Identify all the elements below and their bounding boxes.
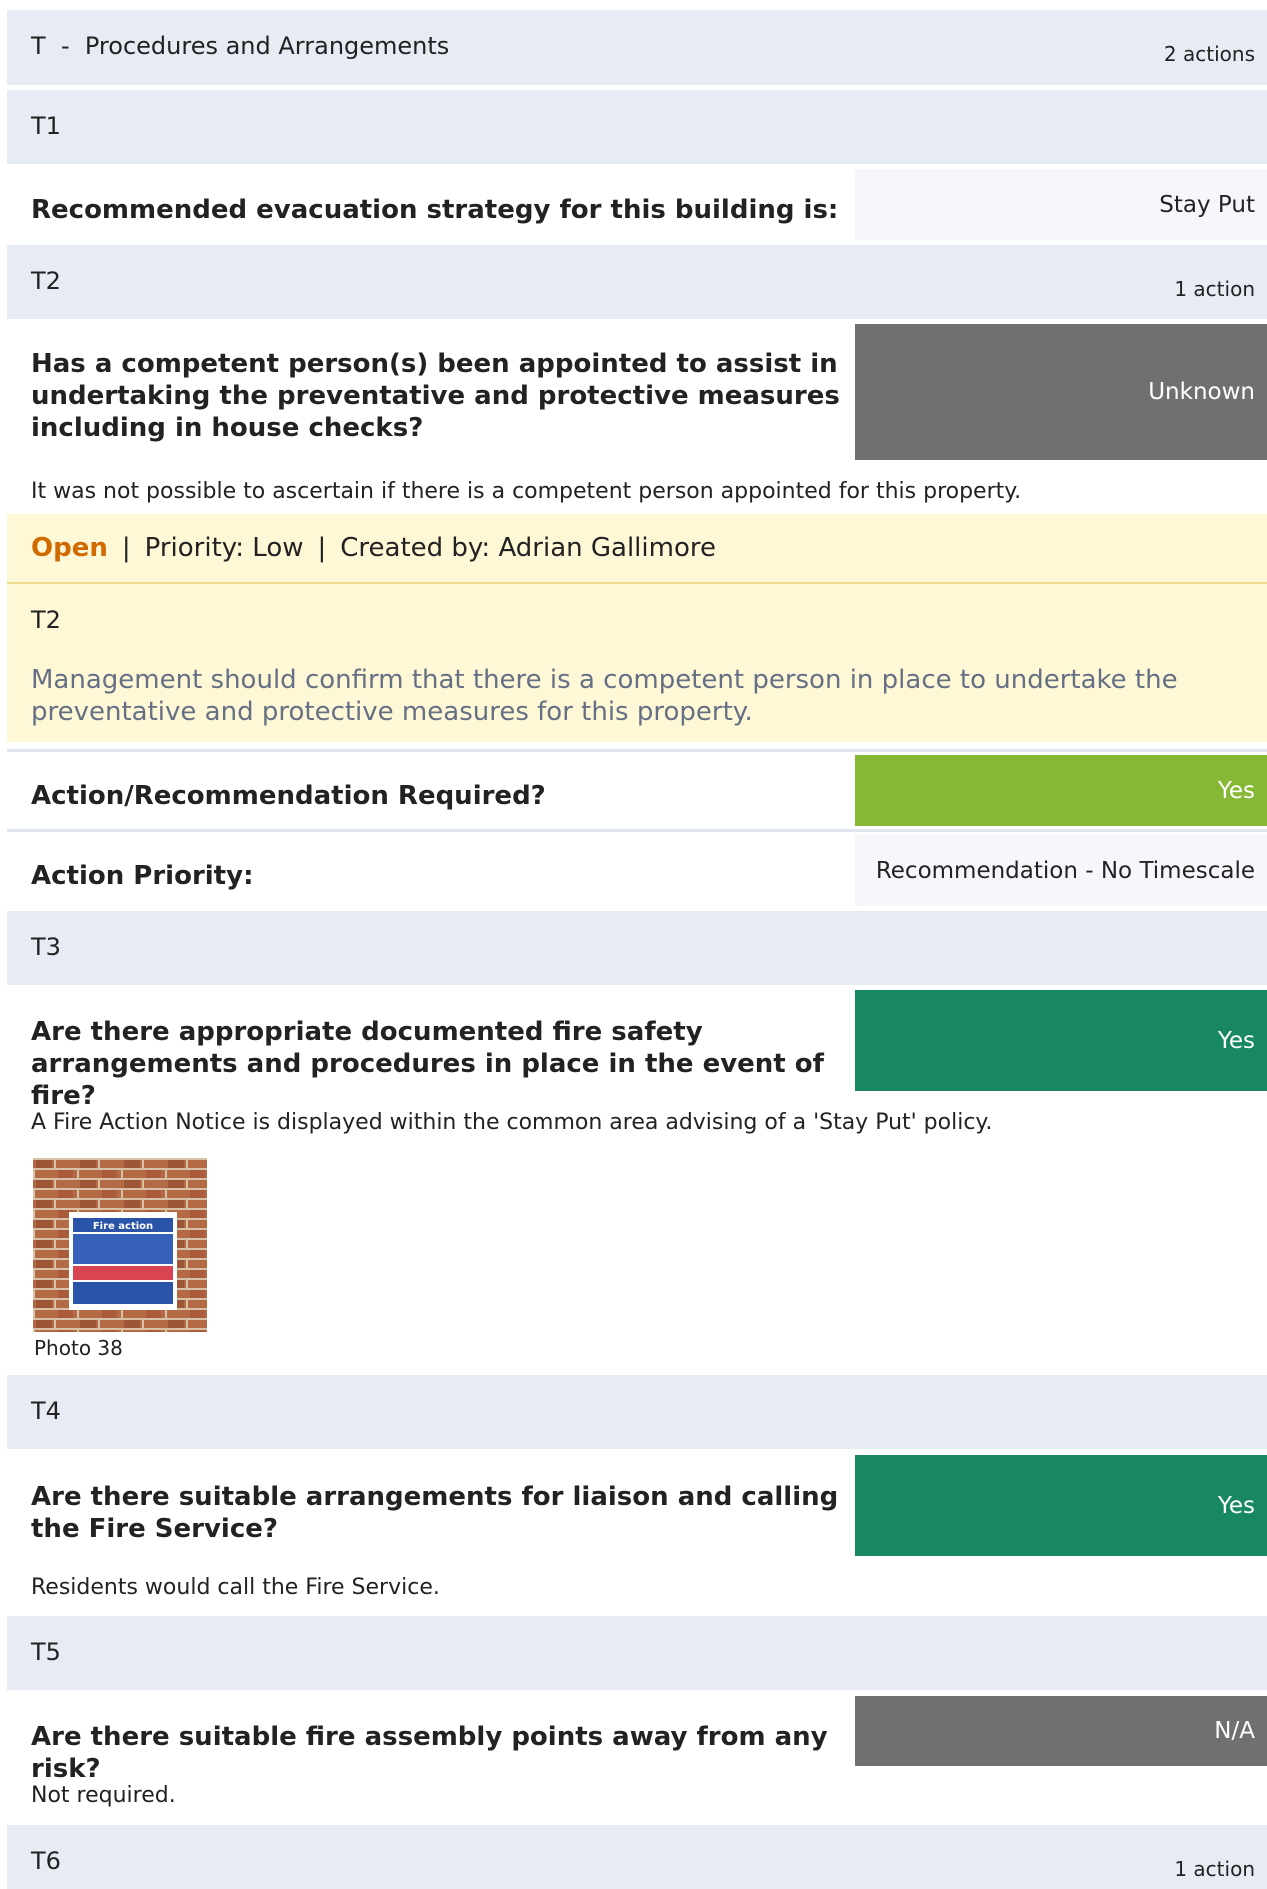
observation-text: Not required. (31, 1783, 176, 1808)
question-header-t3[interactable]: T3 (7, 911, 1267, 985)
question-text: Are there appropriate documented fire sa… (31, 1017, 824, 1111)
answer-badge: Yes (855, 1455, 1267, 1556)
question-text: Are there suitable arrangements for liai… (31, 1482, 839, 1544)
question-header-t5[interactable]: T5 (7, 1616, 1267, 1690)
question-header-t4[interactable]: T4 (7, 1375, 1267, 1449)
question-text: Are there suitable fire assembly points … (31, 1722, 828, 1784)
question-header-t1[interactable]: T1 (7, 90, 1267, 164)
action-meta: Open | Priority: Low | Created by: Adria… (31, 514, 716, 582)
photo-sign-text: Fire action (93, 1221, 153, 1232)
action-created-by: Created by: Adrian Gallimore (340, 533, 716, 563)
action-priority-row: Action Priority: Recommendation - No Tim… (7, 835, 1267, 906)
divider: | (317, 533, 327, 563)
question-code: T1 (31, 112, 61, 140)
question-header-t6[interactable]: T6 1 action (7, 1825, 1267, 1889)
photo-caption: Photo 38 (34, 1336, 123, 1360)
answer-badge: N/A (855, 1696, 1267, 1766)
divider (7, 749, 1267, 752)
action-priority-label: Action Priority: (31, 861, 254, 891)
question-text: Recommended evacuation strategy for this… (31, 195, 839, 225)
question-action-count: 1 action (1174, 1857, 1255, 1881)
question-code: T4 (31, 1397, 61, 1425)
question-code: T3 (31, 933, 61, 961)
action-divider (7, 582, 1267, 584)
observation-text: A Fire Action Notice is displayed within… (31, 1110, 993, 1135)
status-badge: Open (31, 533, 108, 563)
question-row-t1: Recommended evacuation strategy for this… (7, 169, 1267, 240)
observation-text: Residents would call the Fire Service. (31, 1575, 440, 1600)
question-action-count: 1 action (1174, 277, 1255, 301)
question-code: T5 (31, 1638, 61, 1666)
section-title: T - Procedures and Arrangements (31, 32, 450, 60)
action-priority-value: Recommendation - No Timescale (855, 835, 1267, 906)
procedures-section: T - Procedures and Arrangements 2 action… (0, 0, 1267, 1889)
answer-badge: Yes (855, 990, 1267, 1091)
question-row-t5: Are there suitable fire assembly points … (7, 1696, 1267, 1784)
action-required-label: Action/Recommendation Required? (31, 781, 546, 811)
action-code: T2 (31, 606, 61, 634)
fire-action-notice-photo: Fire action (33, 1158, 207, 1332)
question-header-t2[interactable]: T2 1 action (7, 245, 1267, 319)
question-code: T2 (31, 267, 61, 295)
divider: | (121, 533, 131, 563)
answer-badge: Unknown (855, 324, 1267, 460)
section-action-count: 2 actions (1163, 42, 1255, 66)
divider (7, 829, 1267, 832)
question-text: Has a competent person(s) been appointed… (31, 349, 840, 443)
action-card[interactable]: Open | Priority: Low | Created by: Adria… (7, 514, 1267, 742)
question-row-t3: Are there appropriate documented fire sa… (7, 990, 1267, 1111)
action-priority: Priority: Low (144, 533, 304, 563)
action-required-value: Yes (855, 755, 1267, 826)
question-row-t4: Are there suitable arrangements for liai… (7, 1455, 1267, 1556)
photo-thumbnail[interactable]: Fire action (33, 1158, 207, 1332)
section-header[interactable]: T - Procedures and Arrangements 2 action… (7, 10, 1267, 85)
action-required-row: Action/Recommendation Required? Yes (7, 755, 1267, 826)
observation-text: It was not possible to ascertain if ther… (31, 479, 1022, 504)
question-code: T6 (31, 1847, 61, 1875)
action-description: Management should confirm that there is … (31, 665, 1178, 727)
question-row-t2: Has a competent person(s) been appointed… (7, 324, 1267, 460)
answer-badge: Stay Put (855, 169, 1267, 240)
